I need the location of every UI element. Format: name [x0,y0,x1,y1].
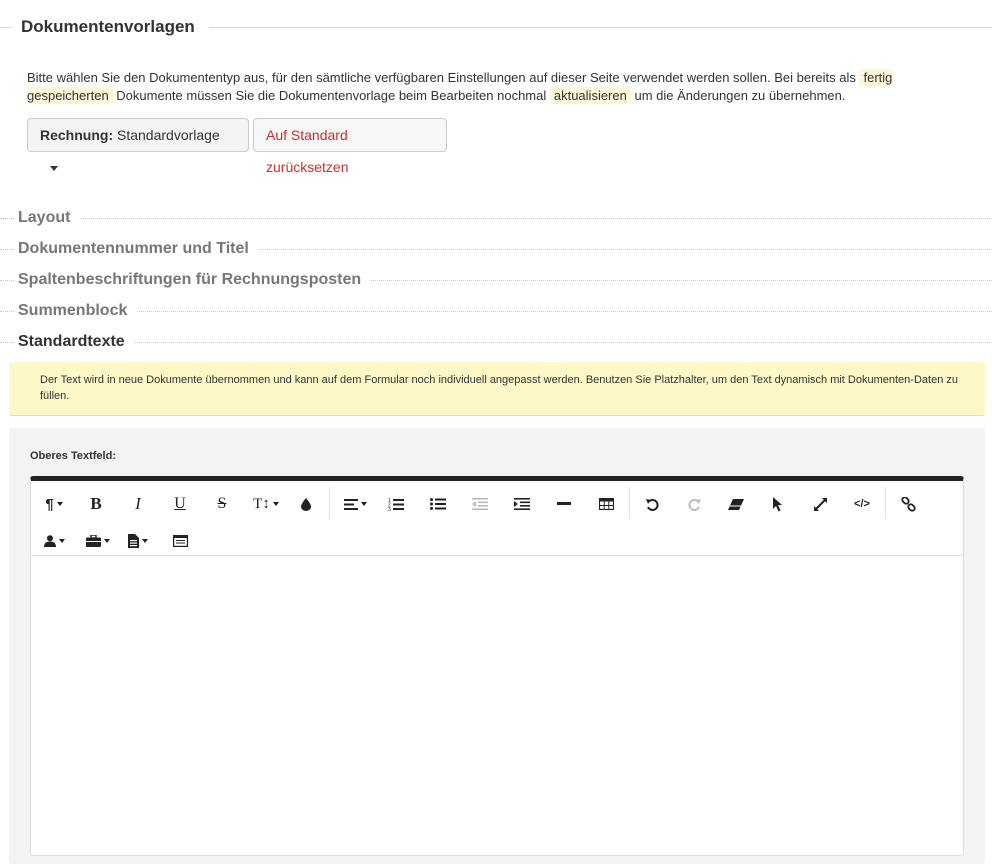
underline-icon[interactable]: U [165,490,195,518]
paragraph-style-icon[interactable]: ¶ [39,490,69,518]
accordion-label: Standardtexte [14,331,135,353]
section-header: Dokumentenvorlagen [0,14,992,40]
accordion-column-labels[interactable]: Spaltenbeschriftungen für Rechnungsposte… [0,269,992,291]
undo-icon[interactable] [637,490,667,518]
color-drop-icon[interactable] [291,490,321,518]
cursor-icon[interactable] [763,490,793,518]
strikethrough-icon[interactable]: S [207,490,237,518]
svg-text:3: 3 [388,507,391,511]
intro-part-3: um die Änderungen zu übernehmen. [630,88,846,103]
link-icon[interactable] [893,490,923,518]
code-view-icon[interactable]: </> [847,490,877,518]
outdent-icon[interactable] [465,490,495,518]
accordion-label: Layout [14,207,81,229]
accordion-summary-block[interactable]: Summenblock [0,300,992,322]
accordion-standard-texts[interactable]: Standardtexte [0,331,992,353]
document-type-value: Standardvorlage [117,127,220,143]
accordion-layout[interactable]: Layout [0,207,992,229]
accordion-document-number-title[interactable]: Dokumentennummer und Titel [0,238,992,260]
indent-icon[interactable] [507,490,537,518]
reset-to-default-button[interactable]: Auf Standard zurücksetzen [253,118,447,175]
bold-icon[interactable]: B [81,490,111,518]
table-icon[interactable] [591,490,621,518]
upper-text-field-label: Oberes Textfeld: [30,450,116,462]
chevron-down-icon [50,165,58,171]
intro-text: Bitte wählen Sie den Dokumententyp aus, … [27,69,927,105]
rich-text-editor: ¶ B I U S T↕ 123 </> [30,476,964,856]
editor-content-area[interactable] [31,557,963,855]
fullscreen-icon[interactable] [805,490,835,518]
align-icon[interactable] [337,490,373,518]
text-block-icon[interactable] [165,527,195,555]
accordion-label: Dokumentennummer und Titel [14,238,259,260]
unordered-list-icon[interactable] [423,490,453,518]
horizontal-rule-icon[interactable] [549,490,579,518]
intro-part-2: Dokumente müssen Sie die Dokumentenvorla… [112,88,550,103]
accordion-divider [0,311,992,312]
eraser-icon[interactable] [721,490,751,518]
document-type-select[interactable]: Rechnung: Standardvorlage [27,118,249,171]
intro-highlight-aktualisieren: aktualisieren [549,87,631,104]
document-type-label: Rechnung: [40,127,114,143]
section-divider-right [210,27,992,28]
section-divider-left [0,27,12,28]
contact-placeholder-icon[interactable] [39,527,69,555]
accordion-label: Summenblock [14,300,138,322]
document-placeholder-icon[interactable] [123,527,153,555]
accordion-divider [0,342,992,343]
accordion-label: Spaltenbeschriftungen für Rechnungsposte… [14,269,372,291]
accordion-divider [0,218,992,219]
section-title: Dokumentenvorlagen [21,17,203,37]
italic-icon[interactable]: I [123,490,153,518]
ordered-list-icon[interactable]: 123 [381,490,411,518]
editor-toolbar: ¶ B I U S T↕ 123 </> [31,481,963,556]
editor-panel: Oberes Textfeld: ¶ B I U S T↕ 123 </> [9,428,985,864]
intro-part-1: Bitte wählen Sie den Dokumententyp aus, … [27,70,860,85]
font-size-icon[interactable]: T↕ [249,490,283,518]
redo-icon[interactable] [679,490,709,518]
company-placeholder-icon[interactable] [81,527,115,555]
info-note: Der Text wird in neue Dokumente übernomm… [9,362,985,416]
